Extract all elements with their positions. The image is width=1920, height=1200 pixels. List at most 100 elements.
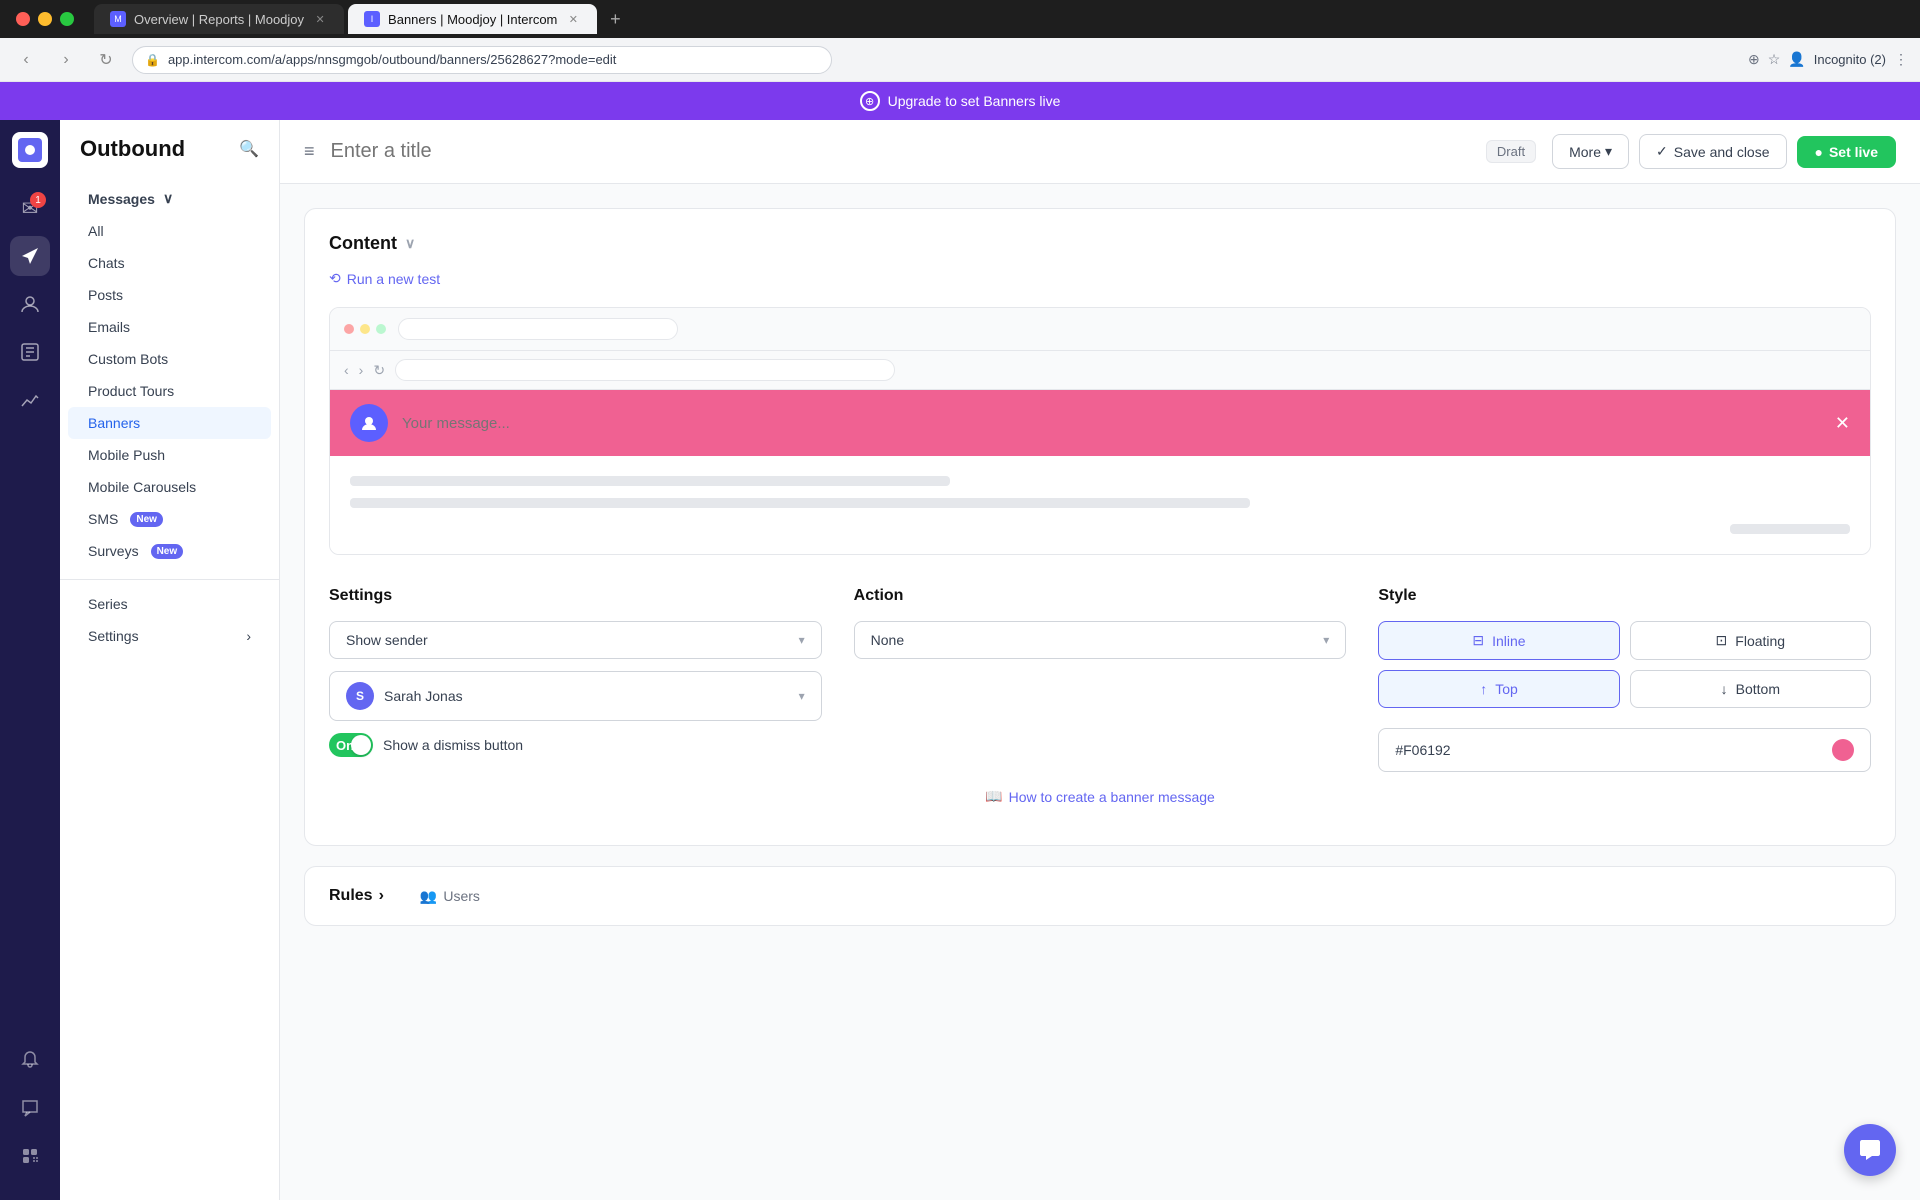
color-field[interactable]: #F06192 — [1378, 728, 1871, 772]
sidebar-item-surveys[interactable]: Surveys New — [68, 535, 271, 567]
all-label: All — [88, 223, 104, 239]
mock-browser-nav: ‹ › ↻ — [330, 351, 1870, 390]
sender-name-select[interactable]: S Sarah Jonas ▾ — [329, 671, 822, 721]
sidebar-item-settings[interactable]: Settings › — [68, 620, 271, 652]
more-label: More — [1569, 144, 1601, 160]
editor-header: ≡ Draft More ▾ ✓ Save and close ● Set li… — [280, 120, 1920, 184]
app-logo[interactable] — [12, 132, 48, 168]
tab-1-favicon: M — [110, 11, 126, 27]
users-label: Users — [443, 888, 480, 904]
mock-dot-yellow — [360, 324, 370, 334]
rules-card: Rules › 👥 Users — [304, 866, 1896, 926]
surveys-badge: New — [151, 544, 184, 559]
messages-section: Messages ∨ All Chats Posts Emails Custom… — [60, 178, 279, 571]
sidebar-item-chats[interactable]: Chats — [68, 247, 271, 279]
reload-button[interactable]: ↻ — [92, 46, 120, 74]
back-button[interactable]: ‹ — [12, 46, 40, 74]
minimize-window-button[interactable] — [38, 12, 52, 26]
banner-close-button[interactable]: ✕ — [1835, 413, 1850, 434]
mobile-push-label: Mobile Push — [88, 447, 165, 463]
set-live-button[interactable]: ● Set live — [1797, 136, 1897, 168]
bottom-position-button[interactable]: ↓ Bottom — [1630, 670, 1871, 708]
mock-line-3 — [1730, 524, 1850, 534]
rules-users[interactable]: 👥 Users — [420, 888, 480, 905]
sidebar-item-sms[interactable]: SMS New — [68, 503, 271, 535]
save-close-button[interactable]: ✓ Save and close — [1639, 134, 1786, 169]
show-sender-select[interactable]: Show sender ▾ — [329, 621, 822, 659]
tab-1-close[interactable]: ✕ — [312, 11, 328, 27]
messages-chevron: ∨ — [163, 190, 173, 207]
rail-icon-inbox[interactable]: ✉ 1 — [10, 188, 50, 228]
left-rail: ✉ 1 — [0, 120, 60, 1200]
rules-title[interactable]: Rules › — [329, 887, 384, 905]
sender-avatar-row: S Sarah Jonas — [346, 682, 463, 710]
menu-icon[interactable]: ⋮ — [1894, 51, 1908, 68]
draft-badge: Draft — [1486, 140, 1536, 163]
settings-grid: Settings Show sender ▾ S Sarah Jonas ▾ — [329, 579, 1871, 772]
help-link-label: How to create a banner message — [1009, 789, 1215, 805]
dismiss-toggle[interactable]: On — [329, 733, 373, 757]
action-select[interactable]: None ▾ — [854, 621, 1347, 659]
top-position-button[interactable]: ↑ Top — [1378, 670, 1619, 708]
sidebar-item-product-tours[interactable]: Product Tours — [68, 375, 271, 407]
sidebar-item-all[interactable]: All — [68, 215, 271, 247]
chat-widget-button[interactable] — [1844, 1124, 1896, 1176]
floating-style-button[interactable]: ⊡ Floating — [1630, 621, 1871, 660]
editor-title-input[interactable] — [331, 140, 1470, 163]
rail-icon-reports[interactable] — [10, 332, 50, 372]
forward-button[interactable]: › — [52, 46, 80, 74]
rail-icon-chat[interactable] — [10, 1088, 50, 1128]
sidebar-search-icon[interactable]: 🔍 — [239, 139, 259, 159]
sidebar-item-banners[interactable]: Banners — [68, 407, 271, 439]
style-options: ⊟ Inline ⊡ Floating ↑ — [1378, 621, 1871, 772]
messages-header[interactable]: Messages ∨ — [68, 182, 271, 215]
banner-preview: ✕ — [330, 390, 1870, 456]
upgrade-banner[interactable]: ⊕ Upgrade to set Banners live — [0, 82, 1920, 120]
close-window-button[interactable] — [16, 12, 30, 26]
sidebar-item-custom-bots[interactable]: Custom Bots — [68, 343, 271, 375]
fullscreen-window-button[interactable] — [60, 12, 74, 26]
new-tab-button[interactable]: + — [601, 5, 629, 33]
test-icon: ⟲ — [329, 270, 341, 287]
sidebar-item-posts[interactable]: Posts — [68, 279, 271, 311]
incognito-label: Incognito (2) — [1814, 52, 1886, 67]
sidebar-divider-1 — [60, 579, 279, 580]
content-chevron-icon[interactable]: ∨ — [405, 235, 415, 252]
sidebar-item-emails[interactable]: Emails — [68, 311, 271, 343]
address-input[interactable]: 🔒 app.intercom.com/a/apps/nnsgmgob/outbo… — [132, 46, 832, 74]
rail-icon-outbound[interactable] — [10, 236, 50, 276]
browser-tab-2[interactable]: I Banners | Moodjoy | Intercom ✕ — [348, 4, 597, 34]
sender-name-chevron: ▾ — [799, 689, 805, 703]
inbox-badge: 1 — [30, 192, 46, 208]
rules-header: Rules › 👥 Users — [329, 887, 1871, 905]
rail-icon-analytics[interactable] — [10, 380, 50, 420]
tab-2-title: Banners | Moodjoy | Intercom — [388, 12, 557, 27]
run-test-link[interactable]: ⟲ Run a new test — [329, 270, 1871, 287]
header-actions: More ▾ ✓ Save and close ● Set live — [1552, 134, 1896, 169]
rail-icon-apps[interactable] — [10, 1136, 50, 1176]
dismiss-toggle-row: On Show a dismiss button — [329, 733, 822, 757]
mock-traffic-lights — [344, 324, 386, 334]
hamburger-button[interactable]: ≡ — [304, 141, 315, 162]
help-link[interactable]: 📖 How to create a banner message — [329, 772, 1871, 821]
tab-2-close[interactable]: ✕ — [565, 11, 581, 27]
action-column: Action None ▾ — [854, 587, 1347, 772]
rail-icon-contacts[interactable] — [10, 284, 50, 324]
browser-chrome: M Overview | Reports | Moodjoy ✕ I Banne… — [0, 0, 1920, 38]
dismiss-label: Show a dismiss button — [383, 737, 523, 753]
bottom-label: Bottom — [1736, 681, 1780, 697]
bookmark-icon[interactable]: ☆ — [1768, 51, 1781, 68]
mobile-carousels-label: Mobile Carousels — [88, 479, 196, 495]
inline-style-button[interactable]: ⊟ Inline — [1378, 621, 1619, 660]
sidebar-item-series[interactable]: Series — [68, 588, 271, 620]
sidebar-item-mobile-carousels[interactable]: Mobile Carousels — [68, 471, 271, 503]
browser-tab-1[interactable]: M Overview | Reports | Moodjoy ✕ — [94, 4, 344, 34]
rail-icon-notifications[interactable] — [10, 1040, 50, 1080]
profiles-icon[interactable]: 👤 — [1788, 51, 1805, 68]
toggle-on-label: On — [336, 738, 354, 753]
top-icon: ↑ — [1480, 681, 1487, 697]
banner-message-input[interactable] — [402, 415, 1821, 432]
chats-label: Chats — [88, 255, 125, 271]
sidebar-item-mobile-push[interactable]: Mobile Push — [68, 439, 271, 471]
more-button[interactable]: More ▾ — [1552, 134, 1629, 169]
